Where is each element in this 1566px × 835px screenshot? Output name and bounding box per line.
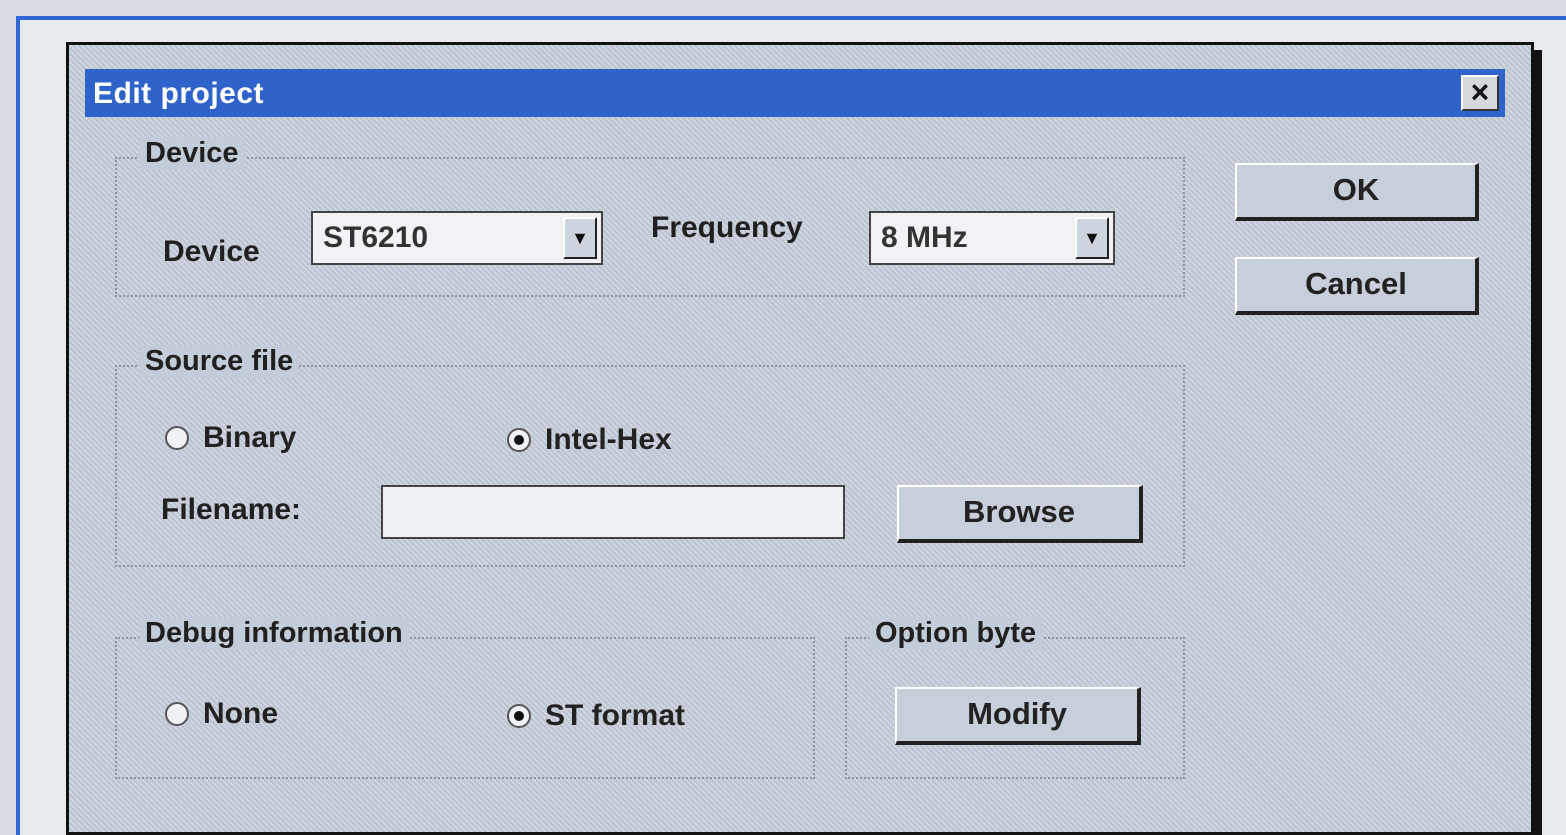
browse-button[interactable]: Browse (897, 485, 1143, 543)
binary-radio-button[interactable] (165, 426, 189, 450)
intel-hex-radio-label: Intel-Hex (545, 423, 672, 456)
filename-label: Filename: (161, 493, 302, 526)
filename-input[interactable] (381, 485, 845, 539)
chevron-down-icon: ▼ (571, 228, 589, 248)
frequency-select-value: 8 MHz (881, 221, 968, 254)
option-byte-group-title: Option byte (869, 617, 1043, 650)
edit-project-dialog: Edit project × Device Device ST6210 ▼ Fr… (66, 42, 1534, 835)
frequency-select[interactable]: 8 MHz ▼ (869, 211, 1115, 265)
debug-information-group: Debug information None ST format (115, 617, 815, 779)
st-format-radio-button[interactable] (507, 704, 531, 728)
none-radio[interactable]: None (165, 697, 278, 731)
frequency-dropdown-button[interactable]: ▼ (1075, 217, 1109, 259)
intel-hex-radio[interactable]: Intel-Hex (507, 423, 672, 457)
cancel-button[interactable]: Cancel (1235, 257, 1479, 315)
device-group-title: Device (139, 137, 245, 170)
device-dropdown-button[interactable]: ▼ (563, 217, 597, 259)
binary-radio[interactable]: Binary (165, 421, 296, 455)
binary-radio-label: Binary (203, 421, 297, 454)
device-group: Device Device ST6210 ▼ Frequency 8 MHz ▼ (115, 137, 1185, 297)
device-select[interactable]: ST6210 ▼ (311, 211, 603, 265)
close-icon: × (1470, 74, 1490, 110)
st-format-radio[interactable]: ST format (507, 699, 685, 733)
st-format-radio-label: ST format (545, 699, 686, 732)
device-label: Device (163, 235, 260, 268)
none-radio-button[interactable] (165, 702, 189, 726)
dialog-titlebar: Edit project × (85, 69, 1505, 117)
modify-button[interactable]: Modify (895, 687, 1141, 745)
source-file-group: Source file Binary Intel-Hex Filename: B… (115, 345, 1185, 567)
option-byte-group: Option byte Modify (845, 617, 1185, 779)
close-button[interactable]: × (1461, 75, 1499, 111)
frequency-label: Frequency (651, 211, 803, 244)
source-file-group-title: Source file (139, 345, 300, 378)
device-select-value: ST6210 (323, 221, 429, 254)
chevron-down-icon: ▼ (1083, 228, 1101, 248)
debug-information-group-title: Debug information (139, 617, 409, 650)
none-radio-label: None (203, 697, 278, 730)
dialog-title: Edit project (93, 77, 265, 110)
intel-hex-radio-button[interactable] (507, 428, 531, 452)
ok-button[interactable]: OK (1235, 163, 1479, 221)
